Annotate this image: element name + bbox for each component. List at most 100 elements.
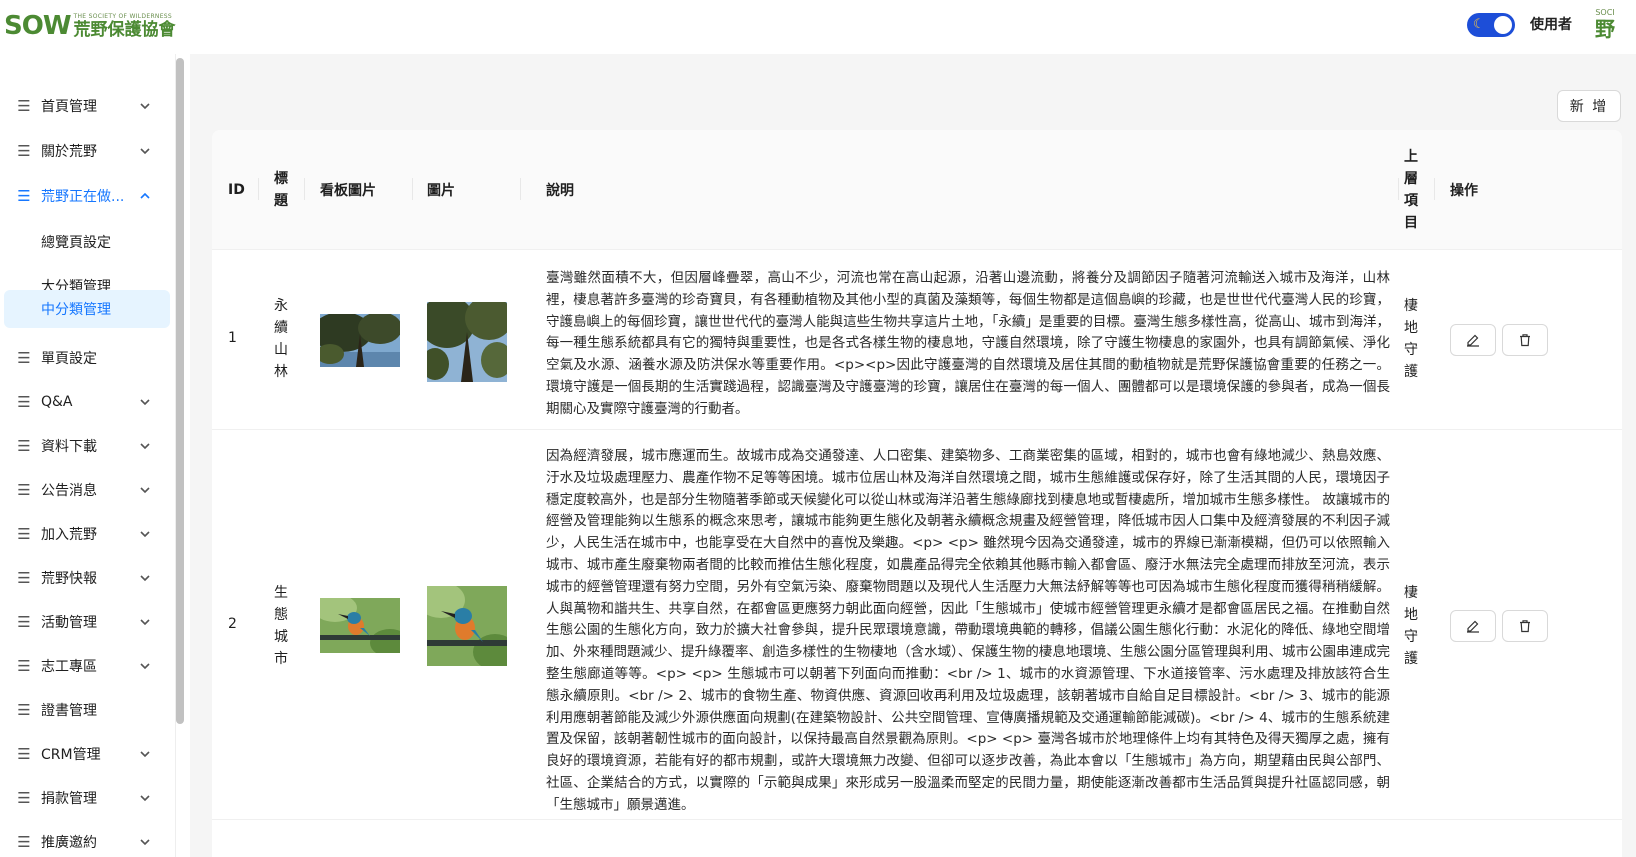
sidebar-item-label: 證書管理	[41, 703, 97, 719]
sidebar-item-label: 捐款管理	[41, 791, 97, 807]
chevron-down-icon	[140, 103, 150, 110]
user-label[interactable]: 使用者	[1530, 14, 1572, 34]
col-header-description: 說明	[546, 183, 574, 199]
sidebar-item-volunteers[interactable]: ☰ 志工專區	[0, 646, 170, 686]
list-icon: ☰	[17, 657, 31, 675]
image-forest	[427, 302, 507, 382]
sidebar-item-label: 志工專區	[41, 659, 97, 675]
board-image-kingfisher	[320, 598, 400, 653]
list-icon: ☰	[17, 569, 31, 587]
row-description: 臺灣雖然面積不大，但因層峰疊翠，高山不少，河流也常在高山起源，沿著山邊流動，將養…	[546, 270, 1390, 417]
sidebar-item-events[interactable]: ☰ 活動管理	[0, 602, 170, 642]
chevron-down-icon	[140, 399, 150, 406]
sidebar-item-label: Q&A	[41, 394, 73, 410]
sidebar-menu: ☰ 首頁管理 ☰ 關於荒野 ☰ 荒野正在做... 總覽頁設定 大分類管理 中分類…	[0, 54, 176, 857]
sidebar-item-qa[interactable]: ☰ Q&A	[0, 382, 170, 422]
theme-toggle[interactable]: ☾	[1467, 13, 1515, 37]
chevron-down-icon	[140, 839, 150, 846]
list-icon: ☰	[17, 349, 31, 367]
sidebar-item-newsletter[interactable]: ☰ 荒野快報	[0, 558, 170, 598]
list-icon: ☰	[17, 187, 31, 205]
col-header-actions: 操作	[1450, 183, 1478, 199]
list-icon: ☰	[17, 745, 31, 763]
table-row: 1 永 續 山 林 臺灣雖然面積不大，但因層峰疊翠，高山不少，河流也常在高山起源…	[212, 250, 1622, 430]
sidebar-item-label: 活動管理	[41, 615, 97, 631]
edit-button[interactable]	[1450, 610, 1496, 642]
list-icon: ☰	[17, 701, 31, 719]
sow-logo[interactable]: SOW THE SOCIETY OF WILDERNESS 荒野保護協會	[4, 9, 176, 43]
sidebar-item-announcements[interactable]: ☰ 公告消息	[0, 470, 170, 510]
sidebar-item-home[interactable]: ☰ 首頁管理	[0, 86, 170, 126]
sidebar-scrollbar[interactable]	[176, 58, 184, 724]
logo-subtitle: THE SOCIETY OF WILDERNESS	[73, 12, 173, 20]
sidebar-item-label: 推廣邀約	[41, 835, 97, 851]
list-icon: ☰	[17, 525, 31, 543]
row-parent: 棲 地 守 護	[1404, 585, 1418, 667]
sidebar-item-label: 單頁設定	[41, 351, 97, 367]
sidebar-item-label: 首頁管理	[41, 99, 97, 115]
sidebar-item-label: 關於荒野	[41, 144, 97, 160]
sidebar-item-donations[interactable]: ☰ 捐款管理	[0, 778, 170, 818]
sidebar-item-label: 荒野正在做...	[41, 189, 125, 205]
table-row: 2 生 態 城 市 因為經濟發展，城市應運而生。故城市成為交通發達、人口密集、建…	[212, 430, 1622, 820]
list-icon: ☰	[17, 437, 31, 455]
delete-button[interactable]	[1502, 610, 1548, 642]
sidebar-item-outreach[interactable]: ☰ 推廣邀約	[0, 822, 170, 857]
sidebar-item-downloads[interactable]: ☰ 資料下載	[0, 426, 170, 466]
moon-icon: ☾	[1473, 17, 1485, 32]
sidebar-item-label: 資料下載	[41, 439, 97, 455]
list-icon: ☰	[17, 97, 31, 115]
sidebar-item-crm[interactable]: ☰ CRM管理	[0, 734, 170, 774]
chevron-down-icon	[140, 795, 150, 802]
trash-icon	[1520, 334, 1530, 347]
row-id: 1	[228, 330, 237, 346]
avatar[interactable]: SOCI 野	[1588, 8, 1622, 44]
board-image-forest	[320, 314, 400, 367]
row-title: 永 續 山 林	[274, 298, 288, 380]
top-header: SOW THE SOCIETY OF WILDERNESS 荒野保護協會 ☾ 使…	[0, 0, 1636, 54]
submenu-label: 中分類管理	[41, 302, 111, 318]
chevron-down-icon	[140, 663, 150, 670]
list-icon: ☰	[17, 833, 31, 851]
edit-button[interactable]	[1450, 324, 1496, 356]
chevron-down-icon	[140, 531, 150, 538]
table-header: ID 標 題 看板圖片 圖片 說明 上 層 項 目 操作	[212, 130, 1622, 250]
edit-icon	[1467, 620, 1479, 633]
submenu-middle-category[interactable]: 中分類管理	[4, 290, 170, 328]
sidebar-item-about[interactable]: ☰ 關於荒野	[0, 131, 170, 171]
edit-icon	[1467, 334, 1479, 347]
trash-icon	[1520, 620, 1530, 633]
logo-mark: SOW	[4, 11, 72, 41]
data-table: ID 標 題 看板圖片 圖片 說明 上 層 項 目 操作 1 永 續 山 林 臺…	[212, 130, 1622, 857]
chevron-down-icon	[140, 619, 150, 626]
list-icon: ☰	[17, 142, 31, 160]
row-title: 生 態 城 市	[274, 585, 288, 667]
image-kingfisher	[427, 586, 507, 666]
col-header-id: ID	[228, 182, 245, 198]
sidebar-item-single-page[interactable]: ☰ 單頁設定	[0, 338, 170, 378]
sidebar-item-join[interactable]: ☰ 加入荒野	[0, 514, 170, 554]
avatar-text: 野	[1595, 17, 1615, 41]
col-header-title: 標 題	[274, 171, 288, 209]
chevron-down-icon	[140, 148, 150, 155]
col-header-board-image: 看板圖片	[320, 183, 376, 199]
logo-name: 荒野保護協會	[73, 19, 176, 40]
main-content: 新 增 ID 標 題 看板圖片 圖片 說明 上 層 項 目 操作 1 永 續 山…	[190, 54, 1636, 857]
toggle-knob	[1494, 16, 1512, 34]
chevron-down-icon	[140, 487, 150, 494]
chevron-down-icon	[140, 575, 150, 582]
list-icon: ☰	[17, 481, 31, 499]
row-parent: 棲 地 守 護	[1404, 298, 1418, 380]
chevron-down-icon	[140, 443, 150, 450]
sidebar-item-label: 加入荒野	[41, 527, 97, 543]
add-button[interactable]: 新 增	[1557, 90, 1621, 122]
chevron-up-icon	[140, 192, 150, 199]
row-description: 因為經濟發展，城市應運而生。故城市成為交通發達、人口密集、建築物多、工商業密集的…	[546, 448, 1390, 813]
submenu-overview-settings[interactable]: 總覽頁設定	[0, 223, 170, 261]
delete-button[interactable]	[1502, 324, 1548, 356]
sidebar-item-certificates[interactable]: ☰ 證書管理	[0, 690, 170, 730]
row-id: 2	[228, 616, 237, 632]
sidebar-item-doing[interactable]: ☰ 荒野正在做...	[0, 176, 170, 216]
submenu-label: 總覽頁設定	[41, 235, 111, 251]
col-header-image: 圖片	[427, 183, 455, 199]
